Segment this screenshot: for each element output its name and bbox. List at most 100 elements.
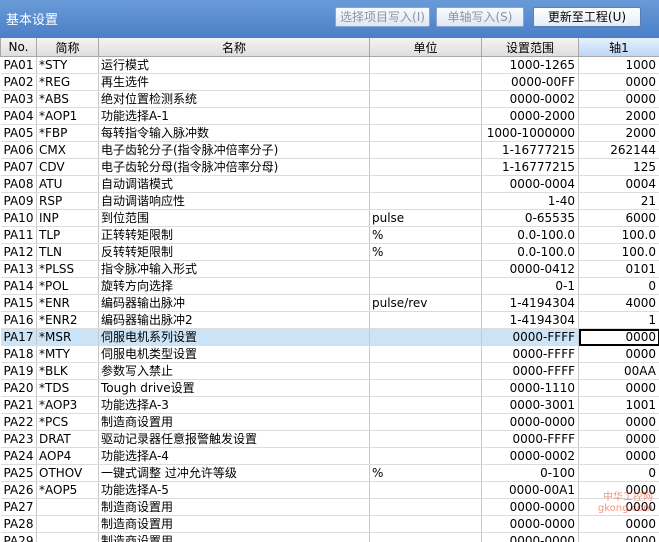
param-value-axis1[interactable]: 6000 — [578, 209, 659, 227]
table-row[interactable]: PA01 *STY 运行模式 1000-1265 1000 — [0, 56, 659, 74]
param-no: PA10 — [0, 209, 37, 227]
param-abbr: *BLK — [36, 362, 99, 380]
param-unit — [369, 328, 482, 346]
table-row[interactable]: PA22 *PCS 制造商设置用 0000-0000 0000 — [0, 413, 659, 431]
param-range: 0000-0002 — [481, 447, 579, 465]
param-abbr — [36, 532, 99, 542]
update-project-button[interactable]: 更新至工程(U) — [533, 7, 641, 27]
param-value-axis1[interactable]: 2000 — [578, 124, 659, 142]
param-unit — [369, 447, 482, 465]
param-no: PA24 — [0, 447, 37, 465]
window-title: 基本设置 — [6, 13, 59, 28]
param-value-axis1[interactable]: 21 — [578, 192, 659, 210]
param-abbr: TLP — [36, 226, 99, 244]
param-value-axis1[interactable]: 0000 — [578, 532, 659, 542]
param-no: PA08 — [0, 175, 37, 193]
table-row[interactable]: PA05 *FBP 每转指令输入脉冲数 1000-1000000 2000 — [0, 124, 659, 142]
param-value-axis1[interactable]: 1 — [578, 311, 659, 329]
param-value-axis1[interactable]: 0000 — [578, 73, 659, 91]
param-name: 制造商设置用 — [98, 532, 370, 542]
param-value-axis1[interactable]: 100.0 — [578, 243, 659, 261]
param-value-axis1[interactable]: 0000 — [578, 379, 659, 397]
param-name: 制造商设置用 — [98, 413, 370, 431]
table-row[interactable]: PA23 DRAT 驱动记录器任意报警触发设置 0000-FFFF 0000 — [0, 430, 659, 448]
param-no: PA29 — [0, 532, 37, 542]
param-value-axis1[interactable]: 0000 — [578, 345, 659, 363]
param-name: 运行模式 — [98, 56, 370, 74]
table-row[interactable]: PA25 OTHOV 一键式调整 过冲允许等级% 0-100 0 — [0, 464, 659, 482]
param-value-axis1[interactable]: 2000 — [578, 107, 659, 125]
param-range: 0000-0002 — [481, 90, 579, 108]
col-header-abbr[interactable]: 简称 — [36, 38, 99, 57]
table-row[interactable]: PA20 *TDS Tough drive设置 0000-1110 0000 — [0, 379, 659, 397]
single-axis-write-button[interactable]: 单轴写入(S) — [436, 7, 524, 27]
param-name: 每转指令输入脉冲数 — [98, 124, 370, 142]
watermark-logo: 中华工控网 gkong.com — [598, 492, 653, 514]
table-row[interactable]: PA12 TLN 反转转矩限制% 0.0-100.0 100.0 — [0, 243, 659, 261]
col-header-axis1[interactable]: 轴1 — [578, 38, 659, 57]
param-no: PA28 — [0, 515, 37, 533]
param-value-axis1[interactable]: 125 — [578, 158, 659, 176]
table-row[interactable]: PA19 *BLK 参数写入禁止 0000-FFFF 00AA — [0, 362, 659, 380]
param-value-axis1[interactable]: 1001 — [578, 396, 659, 414]
table-row[interactable]: PA03 *ABS 绝对位置检测系统 0000-0002 0000 — [0, 90, 659, 108]
param-abbr: *FBP — [36, 124, 99, 142]
table-row[interactable]: PA29 制造商设置用 0000-0000 0000 — [0, 532, 659, 542]
param-value-axis1[interactable]: 1000 — [578, 56, 659, 74]
param-no: PA03 — [0, 90, 37, 108]
table-row[interactable]: PA04 *AOP1 功能选择A-1 0000-2000 2000 — [0, 107, 659, 125]
param-value-axis1[interactable]: 0004 — [578, 175, 659, 193]
table-row[interactable]: PA02 *REG 再生选件 0000-00FF 0000 — [0, 73, 659, 91]
param-abbr: *ABS — [36, 90, 99, 108]
param-value-axis1[interactable]: 262144 — [578, 141, 659, 159]
param-range: 0000-FFFF — [481, 362, 579, 380]
param-value-axis1[interactable]: 0000 — [578, 515, 659, 533]
table-row[interactable]: PA09 RSP 自动调谐响应性 1-40 21 — [0, 192, 659, 210]
table-row[interactable]: PA18 *MTY 伺服电机类型设置 0000-FFFF 0000 — [0, 345, 659, 363]
param-value-axis1[interactable]: 0000 — [578, 447, 659, 465]
param-range: 0000-00A1 — [481, 481, 579, 499]
col-header-name[interactable]: 名称 — [98, 38, 370, 57]
param-no: PA18 — [0, 345, 37, 363]
table-row[interactable]: PA11 TLP 正转转矩限制% 0.0-100.0 100.0 — [0, 226, 659, 244]
col-header-unit[interactable]: 单位 — [369, 38, 482, 57]
table-row[interactable]: PA21 *AOP3 功能选择A-3 0000-3001 1001 — [0, 396, 659, 414]
param-no: PA22 — [0, 413, 37, 431]
table-row[interactable]: PA14 *POL 旋转方向选择 0-1 0 — [0, 277, 659, 295]
param-no: PA01 — [0, 56, 37, 74]
table-row[interactable]: PA07 CDV 电子齿轮分母(指令脉冲倍率分母) 1-16777215 125 — [0, 158, 659, 176]
write-selected-button[interactable]: 选择项目写入(I) — [335, 7, 430, 27]
table-row[interactable]: PA06 CMX 电子齿轮分子(指令脉冲倍率分子) 1-16777215 262144 — [0, 141, 659, 159]
param-value-axis1[interactable]: 0000 — [578, 328, 659, 346]
param-value-axis1[interactable]: 00AA — [578, 362, 659, 380]
param-value-axis1[interactable]: 0000 — [578, 90, 659, 108]
param-range: 0000-0000 — [481, 498, 579, 516]
param-value-axis1[interactable]: 100.0 — [578, 226, 659, 244]
table-row[interactable]: PA16 *ENR2 编码器输出脉冲2 1-4194304 1 — [0, 311, 659, 329]
param-name: 功能选择A-5 — [98, 481, 370, 499]
table-row[interactable]: PA08 ATU 自动调谐模式 0000-0004 0004 — [0, 175, 659, 193]
table-row[interactable]: PA13 *PLSS 指令脉冲输入形式 0000-0412 0101 — [0, 260, 659, 278]
table-row[interactable]: PA17 *MSR 伺服电机系列设置 0000-FFFF 0000 — [0, 328, 659, 346]
watermark-line1: 中华工控网 — [603, 492, 653, 503]
param-value-axis1[interactable]: 0101 — [578, 260, 659, 278]
table-row[interactable]: PA15 *ENR 编码器输出脉冲 pulse/rev 1-4194304 4000 — [0, 294, 659, 312]
param-value-axis1[interactable]: 0000 — [578, 413, 659, 431]
table-row[interactable]: PA26 *AOP5 功能选择A-5 0000-00A1 0000 — [0, 481, 659, 499]
param-unit — [369, 311, 482, 329]
table-row[interactable]: PA27 制造商设置用 0000-0000 0000 — [0, 498, 659, 516]
param-abbr: TLN — [36, 243, 99, 261]
param-name: 自动调谐响应性 — [98, 192, 370, 210]
col-header-range[interactable]: 设置范围 — [481, 38, 579, 57]
param-value-axis1[interactable]: 0000 — [578, 430, 659, 448]
table-row[interactable]: PA10 INP 到位范围 pulse 0-65535 6000 — [0, 209, 659, 227]
param-name: 编码器输出脉冲 — [98, 294, 370, 312]
param-no: PA23 — [0, 430, 37, 448]
param-value-axis1[interactable]: 4000 — [578, 294, 659, 312]
table-row[interactable]: PA28 制造商设置用 0000-0000 0000 — [0, 515, 659, 533]
table-row[interactable]: PA24 AOP4 功能选择A-4 0000-0002 0000 — [0, 447, 659, 465]
col-header-no[interactable]: No. — [0, 38, 37, 57]
param-value-axis1[interactable]: 0 — [578, 277, 659, 295]
param-value-axis1[interactable]: 0 — [578, 464, 659, 482]
param-name: 电子齿轮分子(指令脉冲倍率分子) — [98, 141, 370, 159]
